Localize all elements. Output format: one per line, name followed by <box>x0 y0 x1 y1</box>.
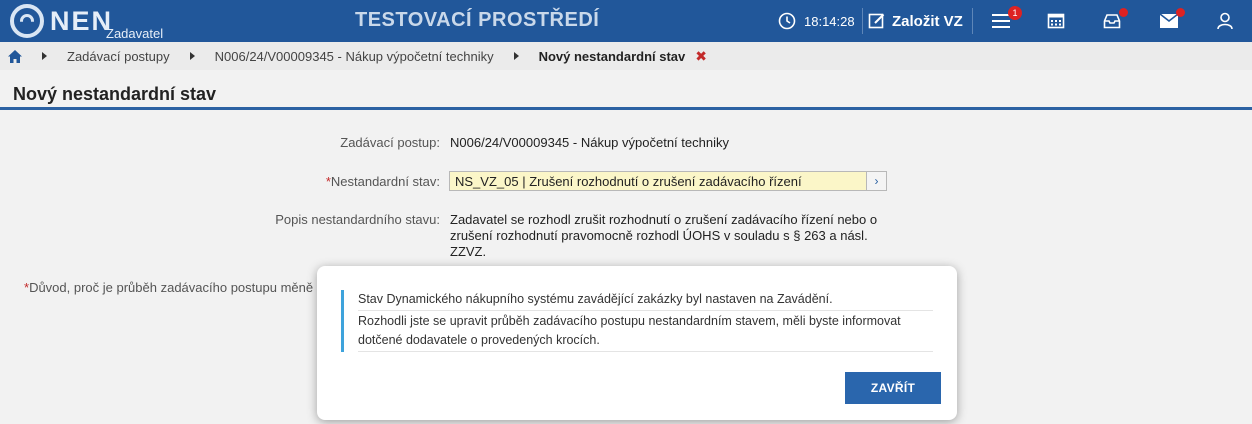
logo-text: NEN <box>50 6 114 36</box>
state-select-value: NS_VZ_05 | Zrušení rozhodnutí o zrušení … <box>455 173 802 189</box>
dialog-message-line-1: Stav Dynamického nákupního systému zavád… <box>358 290 933 311</box>
breadcrumb-separator-icon <box>42 52 47 60</box>
description-label: Popis nestandardního stavu: <box>275 212 440 227</box>
header-divider <box>972 8 973 34</box>
dialog-message: Stav Dynamického nákupního systému zavád… <box>341 290 933 352</box>
state-label: *Nestandardní stav: <box>10 174 440 189</box>
header-divider <box>862 8 863 34</box>
logo-subtitle: Zadavatel <box>106 26 164 41</box>
logo-icon <box>10 4 44 38</box>
edit-icon <box>868 13 885 29</box>
inbox-icon <box>1103 14 1121 29</box>
clock-icon <box>778 12 796 30</box>
info-dialog: Stav Dynamického nákupního systému zavád… <box>317 266 957 420</box>
description-value: Zadavatel se rozhodl zrušit rozhodnutí o… <box>450 212 878 259</box>
hamburger-icon <box>992 14 1010 28</box>
inbox-button[interactable] <box>1099 0 1128 42</box>
breadcrumb-separator-icon <box>189 52 195 60</box>
chevron-right-icon[interactable]: › <box>866 172 886 190</box>
dialog-message-line-2: Rozhodli jste se upravit průběh zadávací… <box>358 311 933 352</box>
page-title-bar: Nový nestandardní stav <box>0 70 1252 110</box>
close-tab-icon[interactable]: ✖ <box>695 48 707 65</box>
dialog-close-button[interactable]: ZAVŘÍT <box>845 372 941 404</box>
calendar-icon <box>1047 13 1065 29</box>
page-title: Nový nestandardní stav <box>13 84 217 104</box>
calendar-button[interactable] <box>1043 0 1069 42</box>
user-button[interactable] <box>1212 0 1238 42</box>
reason-label-text: Důvod, proč je průběh zadávacího postupu… <box>29 280 314 295</box>
mail-button[interactable] <box>1156 0 1185 42</box>
menu-badge: 1 <box>1008 6 1022 20</box>
procedure-label: Zadávací postup: <box>340 135 440 150</box>
breadcrumb: Zadávací postupy N006/24/V00009345 - Nák… <box>0 42 1252 70</box>
create-vz-label: Založit VZ <box>892 12 963 30</box>
create-vz-button[interactable]: Založit VZ <box>868 0 963 42</box>
home-icon[interactable] <box>8 49 22 63</box>
mail-icon <box>1160 14 1178 28</box>
breadcrumb-current: Nový nestandardní stav <box>538 48 686 64</box>
user-icon <box>1217 12 1233 30</box>
procedure-value: N006/24/V00009345 - Nákup výpočetní tech… <box>450 135 729 150</box>
breadcrumb-separator-icon <box>513 52 519 60</box>
environment-title: TESTOVACÍ PROSTŘEDÍ <box>355 9 600 31</box>
menu-button[interactable]: 1 <box>988 0 1022 42</box>
clock-time: 18:14:28 <box>804 13 855 29</box>
state-select[interactable]: NS_VZ_05 | Zrušení rozhodnutí o zrušení … <box>449 171 887 191</box>
breadcrumb-item-procedures[interactable]: Zadávací postupy <box>67 49 170 64</box>
session-clock: 18:14:28 <box>778 0 855 42</box>
mail-notification-dot <box>1176 8 1185 17</box>
top-bar: NEN Zadavatel TESTOVACÍ PROSTŘEDÍ 18:14:… <box>0 0 1252 42</box>
inbox-notification-dot <box>1119 8 1128 17</box>
breadcrumb-item-procedure[interactable]: N006/24/V00009345 - Nákup výpočetní tech… <box>215 49 494 64</box>
state-label-text: Nestandardní stav: <box>330 174 440 189</box>
reason-label: *Důvod, proč je průběh zadávacího postup… <box>24 280 313 295</box>
